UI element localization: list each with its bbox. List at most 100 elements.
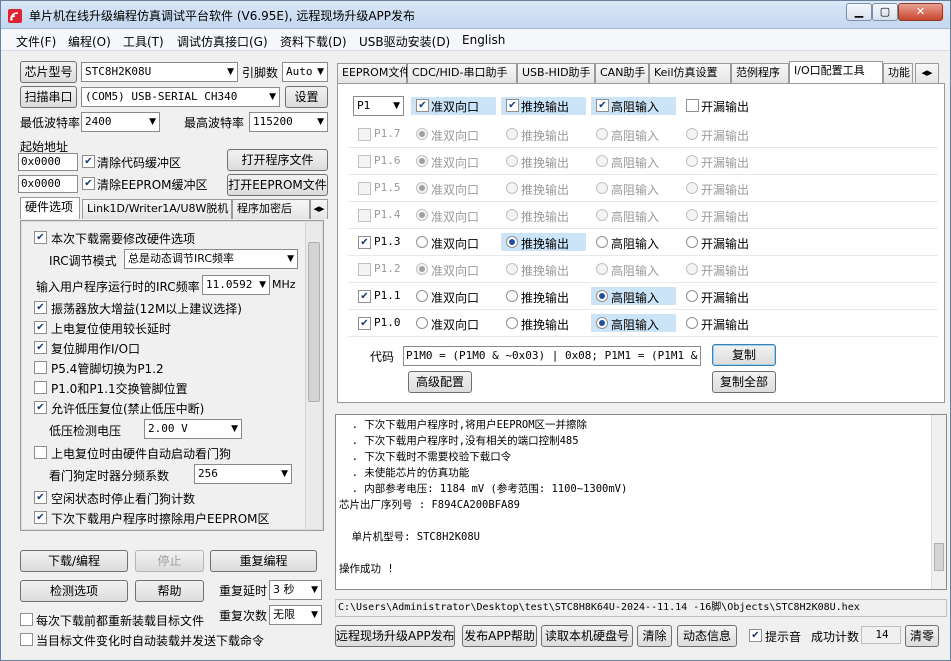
- repeat-count-select[interactable]: 无限 ▼: [269, 605, 322, 625]
- menu-english[interactable]: English: [462, 33, 505, 47]
- pin-mode-hiz-radio[interactable]: [596, 128, 608, 140]
- read-hdd-button[interactable]: 读取本机硬盘号: [541, 625, 633, 647]
- reset-io-checkbox[interactable]: ✔: [34, 341, 47, 354]
- port-select[interactable]: (COM5) USB-SERIAL CH340 ▼: [81, 87, 280, 107]
- min-baud-select[interactable]: 2400 ▼: [81, 112, 160, 132]
- pins-select[interactable]: Auto ▼: [282, 62, 328, 82]
- code-output[interactable]: P1M0 = (P1M0 & ~0x03) | 0x08; P1M1 = (P1…: [403, 346, 701, 366]
- pin-enable-checkbox[interactable]: [358, 209, 371, 222]
- irc-freq-select[interactable]: 11.0592 ▼: [202, 275, 270, 295]
- pin-mode-od-radio[interactable]: [686, 317, 698, 329]
- pin-mode-od-radio[interactable]: [686, 263, 698, 275]
- menu-download[interactable]: 资料下载(D): [280, 33, 347, 50]
- pin-mode-push-radio[interactable]: [506, 317, 518, 329]
- max-baud-select[interactable]: 115200 ▼: [249, 112, 328, 132]
- close-button[interactable]: ✕: [898, 3, 943, 21]
- pin-mode-quasi-radio[interactable]: [416, 182, 428, 194]
- idle-wdt-checkbox[interactable]: ✔: [34, 491, 47, 504]
- pin-mode-push-radio[interactable]: [506, 209, 518, 221]
- tab-eeprom-file[interactable]: EEPROM文件: [337, 63, 410, 83]
- long-delay-checkbox[interactable]: ✔: [34, 321, 47, 334]
- pin-mode-hiz-radio[interactable]: [596, 290, 608, 302]
- modify-hw-checkbox[interactable]: ✔: [34, 231, 47, 244]
- tab-usb-hid[interactable]: USB-HID助手: [517, 63, 595, 83]
- osc-gain-checkbox[interactable]: ✔: [34, 301, 47, 314]
- pin-enable-checkbox[interactable]: ✔: [358, 236, 371, 249]
- scan-port-button[interactable]: 扫描串口: [20, 86, 77, 108]
- pin-mode-od-radio[interactable]: [686, 236, 698, 248]
- log-scrollbar[interactable]: [931, 415, 946, 589]
- reload-each-checkbox[interactable]: [20, 613, 33, 626]
- pin-enable-checkbox[interactable]: [358, 182, 371, 195]
- clear-log-button[interactable]: 清除: [637, 625, 672, 647]
- chip-type-select[interactable]: STC8H2K08U ▼: [81, 62, 238, 82]
- eeprom-address-input[interactable]: 0x0000: [18, 175, 78, 193]
- pin-mode-push-radio[interactable]: [506, 182, 518, 194]
- pin-mode-od-radio[interactable]: [686, 290, 698, 302]
- scrollbar-thumb[interactable]: [934, 543, 944, 571]
- menu-file[interactable]: 文件(F): [16, 33, 56, 50]
- irc-mode-select[interactable]: 总是动态调节IRC频率 ▼: [124, 249, 298, 269]
- log-output[interactable]: . 下次下载用户程序时,将用户EEPROM区一并擦除 . 下次下载用户程序时,没…: [335, 414, 947, 590]
- erase-eeprom-checkbox[interactable]: ✔: [34, 511, 47, 524]
- code-address-input[interactable]: 0x0000: [18, 153, 78, 171]
- pin-mode-push-radio[interactable]: [506, 263, 518, 275]
- tab-function[interactable]: 功能: [883, 63, 913, 83]
- hdr-od-checkbox[interactable]: [686, 99, 699, 112]
- tab-scroll-arrows[interactable]: ◂▸: [310, 199, 328, 219]
- tab-io-config[interactable]: I/O口配置工具: [789, 61, 883, 83]
- tab-hardware-options[interactable]: 硬件选项: [20, 197, 80, 219]
- pin-mode-quasi-radio[interactable]: [416, 155, 428, 167]
- pin-mode-quasi-radio[interactable]: [416, 209, 428, 221]
- pin-mode-quasi-radio[interactable]: [416, 236, 428, 248]
- help-button[interactable]: 帮助: [135, 580, 204, 602]
- pin-mode-od-radio[interactable]: [686, 128, 698, 140]
- minimize-button[interactable]: ▁: [846, 3, 872, 21]
- hdr-hiz-checkbox[interactable]: ✔: [596, 99, 609, 112]
- port-group-select[interactable]: P1 ▼: [353, 96, 404, 116]
- pin-mode-quasi-radio[interactable]: [416, 128, 428, 140]
- advanced-config-button[interactable]: 高级配置: [408, 371, 472, 393]
- pin-mode-push-radio[interactable]: [506, 290, 518, 302]
- p54-checkbox[interactable]: [34, 361, 47, 374]
- menu-debug[interactable]: 调试仿真接口(G): [177, 33, 268, 50]
- lvr-checkbox[interactable]: ✔: [34, 401, 47, 414]
- wdt-auto-checkbox[interactable]: [34, 446, 47, 459]
- scrollbar-thumb[interactable]: [308, 242, 320, 402]
- tab-scroll-arrows[interactable]: ◂▸: [915, 63, 939, 83]
- pin-enable-checkbox[interactable]: ✔: [358, 290, 371, 303]
- open-eeprom-button[interactable]: 打开EEPROM文件: [227, 174, 328, 196]
- pin-mode-hiz-radio[interactable]: [596, 317, 608, 329]
- pin-mode-hiz-radio[interactable]: [596, 209, 608, 221]
- clear-code-checkbox[interactable]: ✔: [82, 155, 95, 168]
- tab-encrypt[interactable]: 程序加密后: [232, 199, 310, 219]
- open-program-button[interactable]: 打开程序文件: [227, 149, 328, 171]
- pin-mode-quasi-radio[interactable]: [416, 263, 428, 275]
- auto-send-checkbox[interactable]: [20, 633, 33, 646]
- pin-mode-od-radio[interactable]: [686, 209, 698, 221]
- lvd-select[interactable]: 2.00 V ▼: [144, 419, 242, 439]
- pin-mode-hiz-radio[interactable]: [596, 182, 608, 194]
- settings-button[interactable]: 设置: [285, 86, 328, 108]
- wdt-div-select[interactable]: 256 ▼: [194, 464, 292, 484]
- pin-mode-hiz-radio[interactable]: [596, 263, 608, 275]
- pin-mode-od-radio[interactable]: [686, 182, 698, 194]
- publish-help-button[interactable]: 发布APP帮助: [462, 625, 537, 647]
- pin-mode-quasi-radio[interactable]: [416, 317, 428, 329]
- pin-mode-hiz-radio[interactable]: [596, 155, 608, 167]
- tab-link1d[interactable]: Link1D/Writer1A/U8W脱机: [82, 199, 232, 219]
- anim-info-button[interactable]: 动态信息: [677, 625, 737, 647]
- repeat-delay-select[interactable]: 3 秒 ▼: [269, 580, 322, 600]
- menu-tools[interactable]: 工具(T): [123, 33, 164, 50]
- menu-usb-driver[interactable]: USB驱动安装(D): [359, 33, 450, 50]
- clear-eeprom-checkbox[interactable]: ✔: [82, 177, 95, 190]
- hdr-push-checkbox[interactable]: ✔: [506, 99, 519, 112]
- menu-program[interactable]: 编程(O): [68, 33, 111, 50]
- copy-button[interactable]: 复制: [712, 344, 776, 366]
- tab-cdc-hid[interactable]: CDC/HID-串口助手: [407, 63, 517, 83]
- reprogram-button[interactable]: 重复编程: [210, 550, 317, 572]
- reset-count-button[interactable]: 清零: [905, 625, 939, 647]
- download-button[interactable]: 下载/编程: [20, 550, 128, 572]
- copy-all-button[interactable]: 复制全部: [712, 371, 776, 393]
- pin-mode-quasi-radio[interactable]: [416, 290, 428, 302]
